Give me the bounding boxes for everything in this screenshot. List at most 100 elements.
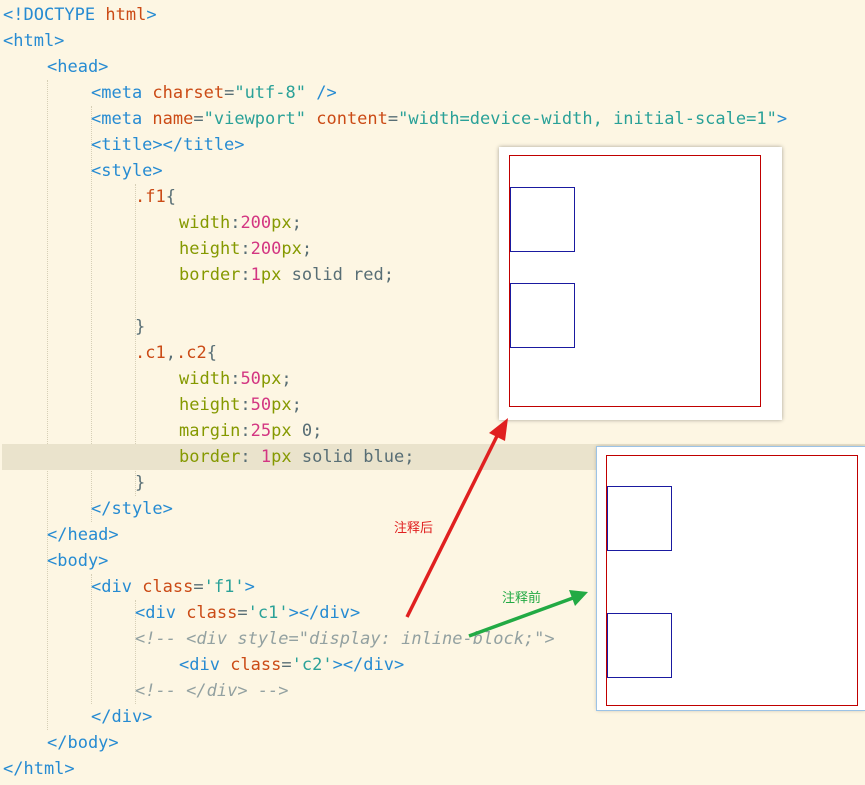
code-line[interactable]: <meta name="viewport" content="width=dev…: [0, 106, 865, 132]
preview-before-comment: [597, 447, 865, 710]
code-token: "width=device-width, initial-scale=1": [398, 109, 777, 129]
code-token: charset: [152, 83, 225, 103]
code-token: "utf-8": [234, 83, 306, 103]
code-token: =: [193, 577, 204, 597]
code-line[interactable]: </html>: [0, 756, 865, 782]
code-token: <div: [135, 603, 187, 623]
after-comment-label: 注释后: [394, 521, 434, 536]
code-token: :: [240, 421, 251, 441]
code-token: width: [179, 369, 231, 389]
code-token: </div>: [91, 707, 153, 727]
code-token: <title></title>: [91, 135, 245, 155]
code-token: ;: [291, 213, 302, 233]
code-token: <!-- </div> -->: [135, 681, 289, 701]
code-token: class: [142, 577, 194, 597]
code-token: ;: [291, 395, 302, 415]
code-token: class: [230, 655, 282, 675]
code-token: html: [105, 5, 147, 25]
code-token: class: [186, 603, 238, 623]
before-comment-label: 注释前: [502, 591, 542, 606]
code-token: <style>: [91, 161, 163, 181]
code-token: :: [240, 265, 251, 285]
code-token: >: [776, 109, 788, 129]
code-token: </body>: [47, 733, 119, 753]
code-token: </head>: [47, 525, 119, 545]
code-token: ;: [281, 369, 292, 389]
code-token: content: [316, 109, 388, 129]
code-token: 'c1': [247, 603, 289, 623]
code-token: 'f1': [203, 577, 245, 597]
preview-after-comment: [499, 147, 782, 420]
code-token: px: [260, 369, 282, 389]
code-token: 200: [250, 239, 282, 259]
code-token: border: [179, 265, 241, 285]
code-token: 1: [250, 265, 261, 285]
code-line[interactable]: <head>: [0, 54, 865, 80]
code-token: =: [237, 603, 248, 623]
code-token: 50: [250, 395, 272, 415]
code-line[interactable]: <meta charset="utf-8" />: [0, 80, 865, 106]
c1-box: [510, 187, 575, 252]
code-line[interactable]: <html>: [0, 28, 865, 54]
code-token: ,: [165, 343, 176, 363]
code-line[interactable]: <!DOCTYPE html>: [0, 2, 865, 28]
code-token: px: [271, 421, 292, 441]
code-token: 1: [260, 447, 272, 467]
code-token: </style>: [91, 499, 173, 519]
code-token: >: [146, 5, 157, 25]
code-token: ;: [301, 239, 313, 259]
code-token: ></div>: [332, 655, 405, 675]
code-token: />: [305, 83, 337, 103]
code-token: =: [281, 655, 292, 675]
code-token: .c2: [175, 343, 207, 363]
code-token: :: [240, 447, 261, 467]
code-token: =: [224, 83, 235, 103]
code-token: <!DOCTYPE: [3, 5, 106, 25]
code-token: <div: [91, 577, 143, 597]
code-token: px: [260, 265, 282, 285]
c1-box: [607, 486, 672, 551]
code-token: {: [165, 187, 176, 207]
code-token: px: [281, 239, 302, 259]
code-token: <head>: [47, 57, 109, 77]
code-token: height: [179, 239, 241, 259]
code-token: .c1: [135, 343, 166, 363]
code-token: :: [230, 213, 241, 233]
code-line[interactable]: margin:25px 0;: [0, 418, 865, 444]
code-token: <html>: [3, 31, 65, 51]
code-token: {: [206, 343, 217, 363]
code-token: px: [271, 213, 292, 233]
code-token: 0;: [291, 421, 323, 441]
code-token: px: [271, 395, 292, 415]
code-token: width: [179, 213, 231, 233]
code-token: solid red;: [281, 265, 394, 285]
code-token: margin: [179, 421, 241, 441]
code-token: "viewport": [203, 109, 306, 129]
code-token: </html>: [3, 759, 75, 779]
code-token: =: [387, 109, 399, 129]
code-token: :: [230, 369, 241, 389]
code-token: <meta: [91, 109, 153, 129]
code-token: }: [135, 473, 146, 493]
code-token: >: [244, 577, 255, 597]
code-token: :: [240, 395, 251, 415]
code-token: solid blue;: [291, 447, 415, 467]
code-token: border: [179, 447, 241, 467]
c2-box: [607, 613, 672, 678]
code-token: <body>: [47, 551, 109, 571]
code-token: 200: [240, 213, 272, 233]
code-token: <meta: [91, 83, 153, 103]
code-token: .f1: [135, 187, 166, 207]
code-token: }: [135, 317, 146, 337]
c2-box: [510, 283, 575, 348]
code-token: :: [240, 239, 251, 259]
code-token: ></div>: [288, 603, 361, 623]
code-token: =: [193, 109, 204, 129]
code-token: 25: [250, 421, 272, 441]
code-line[interactable]: </body>: [0, 730, 865, 756]
code-token: 'c2': [291, 655, 333, 675]
code-token: name: [152, 109, 194, 129]
code-token: height: [179, 395, 241, 415]
code-token: <!-- <div style="display: inline-block;"…: [135, 629, 555, 649]
